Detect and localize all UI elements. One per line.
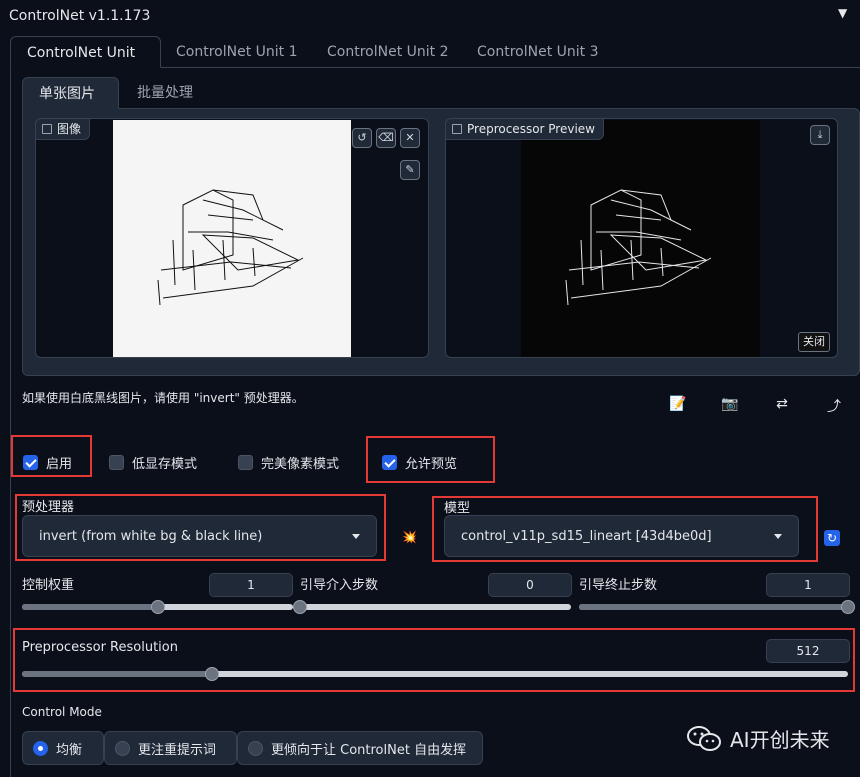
preprocessor-select[interactable]: invert (from white bg & black line) (22, 515, 377, 557)
resolution-slider-thumb[interactable] (204, 667, 219, 681)
close-preview-button[interactable]: 关闭 (798, 332, 830, 352)
weight-slider-thumb[interactable] (150, 600, 165, 614)
chevron-down-icon (774, 533, 782, 539)
tab-unit-0[interactable]: ControlNet Unit 0 (10, 36, 161, 93)
end-step-label: 引导终止步数 (579, 578, 658, 593)
resolution-slider[interactable] (22, 671, 848, 677)
preview-lineart-image (521, 120, 760, 357)
end-step-input[interactable]: 1 (766, 573, 850, 597)
radio-dot[interactable] (248, 740, 263, 756)
mode-balanced[interactable]: 均衡 (22, 731, 104, 765)
weight-input[interactable]: 1 (209, 573, 293, 597)
checkbox-box[interactable] (382, 454, 397, 470)
model-select[interactable]: control_v11p_sd15_lineart [43d4be0d] (444, 515, 799, 557)
reset-icon[interactable]: ↺ (352, 128, 372, 148)
radio-dot[interactable] (115, 740, 130, 756)
download-icon[interactable]: ⤓ (810, 125, 830, 145)
pixel-perfect-checkbox[interactable]: 完美像素模式 (238, 452, 339, 472)
tab-unit-3[interactable]: ControlNet Unit 3 (461, 36, 615, 68)
allow-preview-checkbox[interactable]: 允许预览 (382, 452, 457, 472)
tab-unit-1[interactable]: ControlNet Unit 1 (160, 36, 314, 68)
refresh-models-icon[interactable]: ↻ (824, 530, 840, 546)
enable-checkbox[interactable]: 启用 (23, 452, 72, 472)
invert-hint: 如果使用白底黑线图片，请使用 "invert" 预处理器。 (22, 391, 304, 405)
radio-dot[interactable] (33, 740, 48, 756)
preview-label: Preprocessor Preview (445, 118, 604, 140)
notepad-icon[interactable]: 📝 (667, 396, 689, 416)
eraser-icon[interactable]: ⌫ (376, 128, 396, 148)
end-step-slider-fill (579, 604, 848, 610)
header-title: ControlNet v1.1.173 (9, 8, 151, 24)
mode-prompt-priority[interactable]: 更注重提示词 (104, 731, 237, 765)
low-vram-checkbox[interactable]: 低显存模式 (109, 452, 197, 472)
weight-label: 控制权重 (22, 578, 75, 593)
tab-single-image[interactable]: 单张图片 (22, 77, 119, 109)
start-step-slider[interactable] (300, 604, 571, 610)
swap-icon[interactable]: ⇄ (771, 396, 793, 416)
start-step-slider-thumb[interactable] (293, 600, 307, 614)
image-label: 图像 (35, 118, 91, 140)
wechat-watermark: AI开创未来 (686, 724, 830, 753)
run-preprocessor-icon[interactable]: 💥 (402, 530, 417, 544)
highlight-resolution (13, 628, 855, 692)
weight-slider-fill (22, 604, 158, 610)
resolution-slider-fill (22, 671, 212, 677)
model-label: 模型 (444, 501, 471, 516)
tab-batch[interactable]: 批量处理 (121, 77, 209, 109)
control-mode-label: Control Mode (22, 705, 102, 719)
start-step-input[interactable]: 0 (488, 573, 572, 597)
controlnet-header[interactable]: ControlNet v1.1.173 ▼ (0, 0, 860, 32)
image-icon (452, 124, 462, 134)
wechat-logo-icon (687, 725, 721, 751)
end-step-slider[interactable] (579, 604, 848, 610)
checkbox-box[interactable] (23, 454, 38, 470)
send-dimensions-icon[interactable]: ⤴ (823, 396, 845, 416)
brush-icon[interactable]: ✎ (400, 160, 420, 180)
start-step-label: 引导介入步数 (300, 578, 379, 593)
resolution-input[interactable]: 512 (766, 639, 850, 663)
checkbox-box[interactable] (109, 454, 124, 470)
checkbox-box[interactable] (238, 454, 253, 470)
preprocessor-label: 预处理器 (22, 500, 75, 515)
mode-controlnet-priority[interactable]: 更倾向于让 ControlNet 自由发挥 (237, 731, 483, 765)
resolution-label: Preprocessor Resolution (22, 640, 178, 655)
close-icon[interactable]: ✕ (400, 128, 420, 148)
tab-unit-2[interactable]: ControlNet Unit 2 (311, 36, 465, 68)
preprocessor-preview-box: Preprocessor Preview ⤓ 关闭 (445, 118, 838, 358)
end-step-slider-thumb[interactable] (841, 600, 855, 614)
camera-icon[interactable]: 📷 (719, 396, 741, 416)
image-icon (42, 124, 52, 134)
input-image-box[interactable]: 图像 ↺ ⌫ ✕ ✎ (35, 118, 429, 358)
chevron-down-icon (352, 533, 360, 539)
input-sketch-image (113, 120, 351, 357)
collapse-icon[interactable]: ▼ (838, 6, 847, 20)
